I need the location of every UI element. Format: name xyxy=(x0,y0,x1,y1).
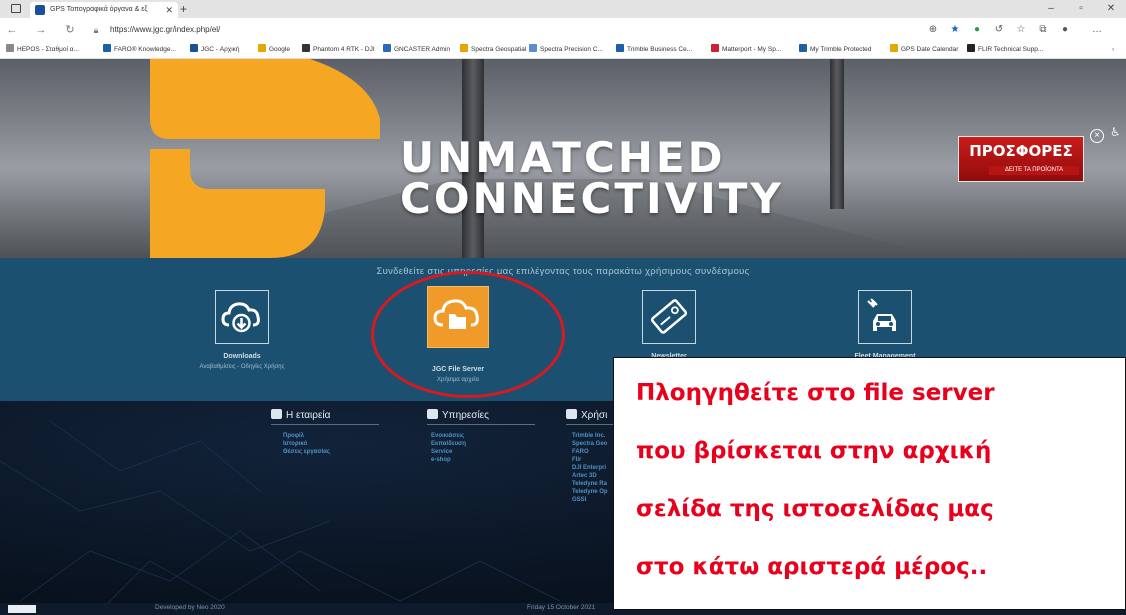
bookmark-icon xyxy=(190,44,198,52)
downloads-subtitle: Αναβαθμίσεις - Οδηγίες Χρήσης xyxy=(199,364,285,370)
more-menu-icon[interactable]: … xyxy=(1090,23,1104,37)
hero-banner[interactable]: UNMATCHED CONNECTIVITY ΠΡΟΣΦΟΡΕΣ ΔΕΙΤΕ Τ… xyxy=(0,59,1126,258)
bookmarks-overflow-icon[interactable]: › xyxy=(1112,42,1114,58)
hero-title-line2: CONNECTIVITY xyxy=(400,174,784,223)
downloads-button[interactable] xyxy=(215,290,269,344)
bookmark-icon xyxy=(6,44,14,52)
browser-tab[interactable]: GPS Τοπογραφικά όργανα & εξ ✕ xyxy=(30,2,178,18)
bookmark-item[interactable]: GNCASTER Admin xyxy=(383,42,450,58)
profile-avatar-icon[interactable]: ● xyxy=(1058,23,1072,37)
bookmark-icon xyxy=(529,44,537,52)
bookmark-item[interactable]: FLIR Technical Supp... xyxy=(967,42,1043,58)
refresh-icon[interactable]: ↻ xyxy=(62,18,78,42)
zoom-icon[interactable]: ⊕ xyxy=(926,23,940,37)
forward-icon[interactable]: → xyxy=(33,18,49,42)
bookmark-item[interactable]: JGC - Αρχική xyxy=(190,42,240,58)
bookmark-icon xyxy=(258,44,266,52)
bookmark-item[interactable]: Google xyxy=(258,42,290,58)
downloads-title[interactable]: Downloads xyxy=(142,353,342,360)
bookmark-item[interactable]: Trimble Business Ce... xyxy=(616,42,692,58)
bookmark-icon xyxy=(302,44,310,52)
refresh-extension-icon[interactable]: ↺ xyxy=(992,23,1006,37)
cloud-download-icon xyxy=(221,302,260,333)
bookmark-icon xyxy=(460,44,468,52)
bookmark-item[interactable]: FARO® Knowledge... xyxy=(103,42,176,58)
browser-tab-bar: GPS Τοπογραφικά όργανα & εξ ✕ + – ▫ ✕ xyxy=(0,0,1126,18)
developed-by-text: Developed by Neo 2020 xyxy=(155,604,225,611)
maximize-icon[interactable]: ▫ xyxy=(1066,0,1096,18)
highlight-circle xyxy=(371,271,565,398)
site-favicon-icon xyxy=(35,5,45,15)
collections-icon[interactable]: ⧉ xyxy=(1036,23,1050,37)
instruction-callout: Πλοηγηθείτε στο file server που βρίσκετα… xyxy=(613,357,1126,610)
newsletter-card-icon xyxy=(650,299,688,334)
new-tab-button[interactable]: + xyxy=(180,0,187,18)
bookmarks-bar: HEPOS - Σταθμοί α... FARO® Knowledge... … xyxy=(0,42,1126,59)
browser-toolbar: ← → ↻ 🔒︎ https://www.jgc.gr/index.php/el… xyxy=(0,18,1126,42)
car-satellite-icon xyxy=(867,298,896,331)
address-bar[interactable]: https://www.jgc.gr/index.php/el/ xyxy=(110,22,410,38)
callout-line-1: Πλοηγηθείτε στο file server xyxy=(636,380,995,406)
close-offers-icon[interactable]: × xyxy=(1090,129,1104,143)
services-heading: Συνδεθείτε στις υπηρεσίες μας επιλέγοντα… xyxy=(376,266,750,277)
fleet-management-button[interactable] xyxy=(858,290,912,344)
newsletter-button[interactable] xyxy=(642,290,696,344)
bookmark-icon xyxy=(383,44,391,52)
bookmark-icon xyxy=(616,44,624,52)
bookmark-item[interactable]: Spectra Precision C... xyxy=(529,42,603,58)
bookmark-item[interactable]: GPS Date Calendar xyxy=(890,42,958,58)
date-text: Friday 15 October 2021 xyxy=(527,604,596,611)
brand-logo-icon xyxy=(150,59,380,258)
tab-title: GPS Τοπογραφικά όργανα & εξ xyxy=(50,6,148,13)
bookmark-item[interactable]: Matterport - My Sp... xyxy=(711,42,781,58)
bookmark-item[interactable]: Spectra Geospatial xyxy=(460,42,526,58)
network-lines-decoration xyxy=(0,420,561,612)
extension-check-icon[interactable]: ● xyxy=(970,23,984,37)
offers-badge[interactable]: ΠΡΟΣΦΟΡΕΣ ΔΕΙΤΕ ΤΑ ΠΡΟΪΟΝΤΑ xyxy=(958,136,1084,182)
back-icon[interactable]: ← xyxy=(4,18,20,42)
bookmark-icon xyxy=(890,44,898,52)
bookmark-item[interactable]: HEPOS - Σταθμοί α... xyxy=(6,42,79,58)
callout-line-2: που βρίσκεται στην αρχική xyxy=(636,438,992,464)
favorite-star-icon[interactable]: ★ xyxy=(948,23,962,37)
offers-subtitle: ΔΕΙΤΕ ΤΑ ΠΡΟΪΟΝΤΑ xyxy=(989,166,1079,175)
bookmark-icon xyxy=(711,44,719,52)
accessibility-icon[interactable]: ♿︎ xyxy=(1110,125,1121,139)
tab-actions-icon[interactable] xyxy=(11,4,21,13)
close-window-icon[interactable]: ✕ xyxy=(1096,0,1126,18)
callout-line-4: στο κάτω αριστερά μέρος.. xyxy=(636,554,988,580)
bookmark-icon xyxy=(967,44,975,52)
bookmark-icon xyxy=(103,44,111,52)
bookmark-item[interactable]: My Trimble Protected xyxy=(799,42,871,58)
lock-icon[interactable]: 🔒︎ xyxy=(88,18,104,42)
minimize-icon[interactable]: – xyxy=(1036,0,1066,18)
bookmark-icon xyxy=(799,44,807,52)
bookmark-item[interactable]: Phantom 4 RTK - DJI xyxy=(302,42,375,58)
bridge-pillar xyxy=(830,59,844,209)
certification-logo xyxy=(8,605,36,613)
favorites-icon[interactable]: ☆ xyxy=(1014,23,1028,37)
callout-line-3: σελίδα της ιστοσελίδας μας xyxy=(636,496,994,522)
close-tab-icon[interactable]: ✕ xyxy=(165,2,173,18)
offers-title: ΠΡΟΣΦΟΡΕΣ xyxy=(969,142,1073,160)
